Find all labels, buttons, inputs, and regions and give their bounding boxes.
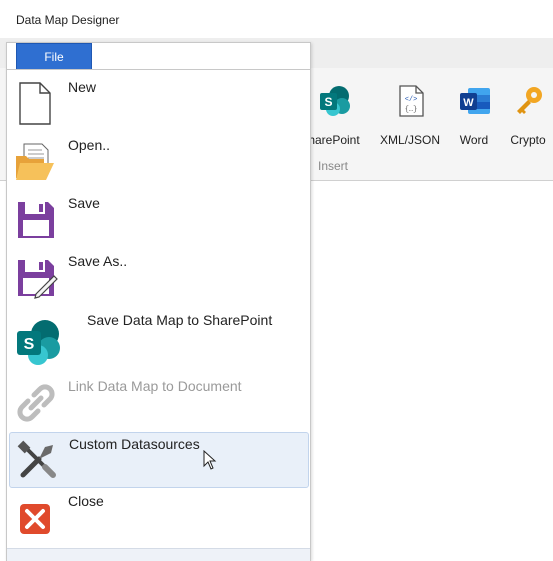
menu-item-new[interactable]: New xyxy=(9,76,307,132)
file-menu-divider xyxy=(7,69,310,70)
svg-text:S: S xyxy=(324,95,332,109)
sharepoint-icon: S xyxy=(320,86,350,116)
file-tab[interactable]: File xyxy=(16,43,92,70)
mouse-cursor-icon xyxy=(203,450,217,470)
menu-item-save-to-sharepoint[interactable]: S Save Data Map to SharePoint xyxy=(9,308,307,372)
title-bar: Data Map Designer xyxy=(0,0,553,39)
ribbon-group-insert-label: Insert xyxy=(318,159,349,173)
menu-item-save-as[interactable]: Save As.. xyxy=(9,250,307,306)
key-icon xyxy=(517,87,542,114)
ribbon-xml-json-label: XML/JSON xyxy=(379,133,440,147)
svg-text:W: W xyxy=(463,97,474,109)
menu-item-save-as-label: Save As.. xyxy=(68,253,128,269)
save-icon xyxy=(18,202,54,238)
link-icon xyxy=(17,384,55,422)
close-icon xyxy=(20,504,50,534)
open-folder-icon xyxy=(16,143,54,180)
menu-item-new-label: New xyxy=(68,79,97,95)
menu-item-open[interactable]: Open.. xyxy=(9,134,307,190)
xml-json-icon: </> {…} xyxy=(399,85,424,117)
ribbon-crypto-label: Crypto xyxy=(510,133,546,147)
menu-item-custom-datasources-label: Custom Datasources xyxy=(69,436,200,452)
menu-item-save[interactable]: Save xyxy=(9,192,307,248)
svg-text:{…}: {…} xyxy=(405,106,418,114)
menu-item-save-to-sharepoint-label: Save Data Map to SharePoint xyxy=(87,312,273,328)
menu-item-link-to-document-label: Link Data Map to Document xyxy=(68,378,242,394)
sharepoint-icon: S xyxy=(17,320,60,365)
menu-item-save-label: Save xyxy=(68,195,100,211)
ribbon-xml-json-button[interactable]: </> {…} XML/JSON xyxy=(378,78,442,148)
file-menu: File New Open.. Save Save As.. S Save Da… xyxy=(6,42,311,561)
tools-icon xyxy=(17,440,56,478)
menu-item-link-to-document: Link Data Map to Document xyxy=(9,375,307,431)
save-as-icon xyxy=(18,260,58,299)
menu-item-close-label: Close xyxy=(68,493,104,509)
ribbon-sharepoint-button[interactable]: S harePoint xyxy=(302,78,366,148)
file-menu-footer xyxy=(7,548,310,561)
word-icon: W xyxy=(460,88,490,114)
svg-text:S: S xyxy=(24,336,35,353)
window-title: Data Map Designer xyxy=(16,13,120,27)
ribbon-sharepoint-label: harePoint xyxy=(308,133,360,147)
menu-item-open-label: Open.. xyxy=(68,137,111,153)
new-document-icon xyxy=(19,82,51,125)
ribbon-crypto-button[interactable]: Crypto xyxy=(496,78,553,148)
menu-item-close[interactable]: Close xyxy=(9,490,307,546)
svg-text:</>: </> xyxy=(405,96,418,104)
menu-item-custom-datasources[interactable]: Custom Datasources xyxy=(9,432,309,488)
